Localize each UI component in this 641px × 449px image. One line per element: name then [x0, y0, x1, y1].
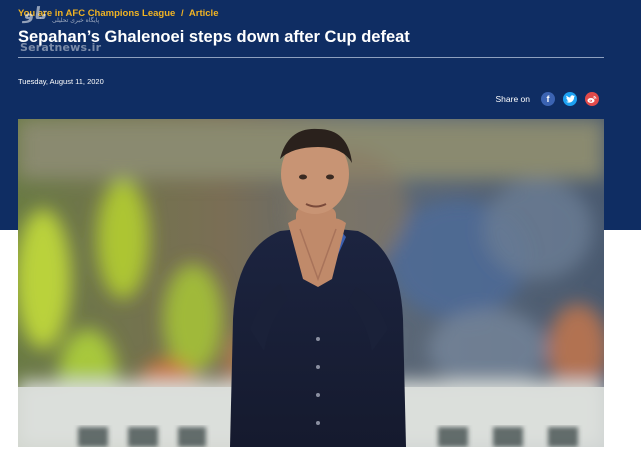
- weibo-icon[interactable]: [585, 92, 599, 106]
- article-photo-illustration: [18, 119, 604, 447]
- watermark-subtitle: پایگاه خبری تحلیلی: [52, 17, 100, 24]
- facebook-icon[interactable]: f: [541, 92, 555, 106]
- share-label: Share on: [495, 94, 531, 104]
- twitter-icon[interactable]: [563, 92, 577, 106]
- breadcrumb-link-current[interactable]: Article: [189, 8, 219, 19]
- article-title: Sepahan’s Ghalenoei steps down after Cup…: [18, 28, 410, 46]
- breadcrumb-separator: /: [180, 8, 184, 19]
- watermark-logo: ﺗﺎﻭ: [22, 4, 49, 24]
- share-bar: Share on f: [495, 92, 599, 106]
- title-divider: [18, 57, 604, 58]
- article-photo: [18, 119, 604, 447]
- article-date: Tuesday, August 11, 2020: [18, 77, 104, 86]
